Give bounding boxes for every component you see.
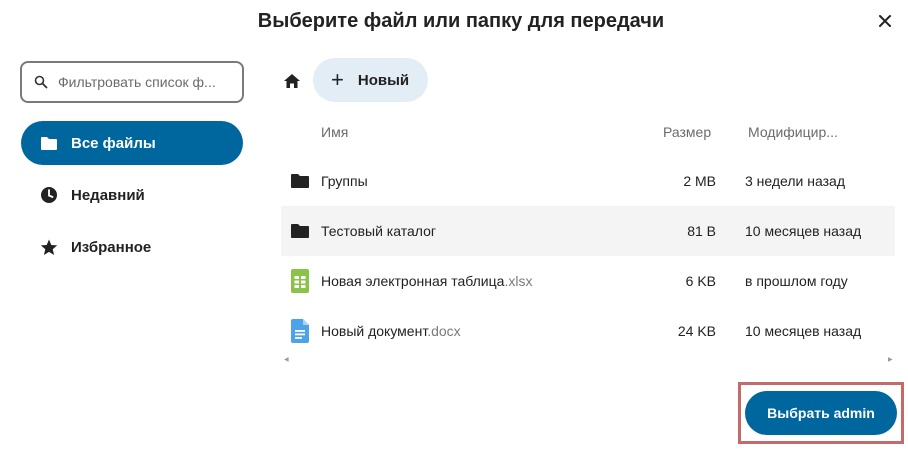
file-size: 81 B <box>687 223 716 239</box>
folder-icon <box>39 133 59 153</box>
sidebar-item-recent[interactable]: Недавний <box>21 173 243 217</box>
sidebar-item-label: Недавний <box>71 186 145 204</box>
scroll-right-arrow[interactable]: ▶ <box>888 356 893 363</box>
file-modified: 10 месяцев назад <box>745 323 862 339</box>
search-field[interactable] <box>20 61 244 103</box>
file-name: Новая электронная таблица.xlsx <box>321 273 533 289</box>
new-button[interactable]: + Новый <box>313 58 428 102</box>
file-name: Группы <box>321 173 368 189</box>
scroll-left-arrow[interactable]: ◀ <box>284 356 289 363</box>
sidebar-item-favorites[interactable]: Избранное <box>21 225 243 269</box>
folder-icon <box>289 219 311 243</box>
sidebar-item-label: Избранное <box>71 238 152 256</box>
home-icon <box>284 74 300 88</box>
file-size: 24 KB <box>677 323 716 339</box>
choose-button[interactable]: Выбрать admin <box>745 391 897 435</box>
plus-icon: + <box>331 67 344 92</box>
file-modified: 3 недели назад <box>745 173 845 189</box>
sidebar-item-all-files[interactable]: Все файлы <box>21 121 243 165</box>
table-row[interactable]: Тестовый каталог 81 B 10 месяцев назад <box>281 206 895 256</box>
search-icon <box>34 75 48 89</box>
file-modified: 10 месяцев назад <box>745 223 862 239</box>
column-header-size[interactable]: Размер <box>663 124 711 140</box>
sidebar-item-label: Все файлы <box>71 134 156 152</box>
star-icon <box>39 237 59 257</box>
column-header-name[interactable]: Имя <box>321 124 348 140</box>
document-icon <box>289 319 311 343</box>
file-name: Тестовый каталог <box>321 223 436 239</box>
file-name: Новый документ.docx <box>321 323 461 339</box>
table-row[interactable]: Группы 2 MB 3 недели назад <box>281 156 895 206</box>
table-row[interactable]: Новая электронная таблица.xlsx 6 KB в пр… <box>281 256 895 306</box>
clock-icon <box>39 185 59 205</box>
dialog-title: Выберите файл или папку для передачи <box>257 10 665 32</box>
file-modified: в прошлом году <box>745 273 848 289</box>
close-button[interactable] <box>871 7 899 35</box>
search-input[interactable] <box>58 74 233 90</box>
new-button-label: Новый <box>357 71 410 89</box>
folder-icon <box>289 169 311 193</box>
file-size: 6 KB <box>685 273 716 289</box>
table-row[interactable]: Новый документ.docx 24 KB 10 месяцев наз… <box>281 306 895 356</box>
spreadsheet-icon <box>289 269 311 293</box>
column-header-modified[interactable]: Модифицир... <box>748 124 838 140</box>
close-icon <box>879 15 891 27</box>
home-button[interactable] <box>278 67 306 95</box>
file-size: 2 MB <box>683 173 716 189</box>
